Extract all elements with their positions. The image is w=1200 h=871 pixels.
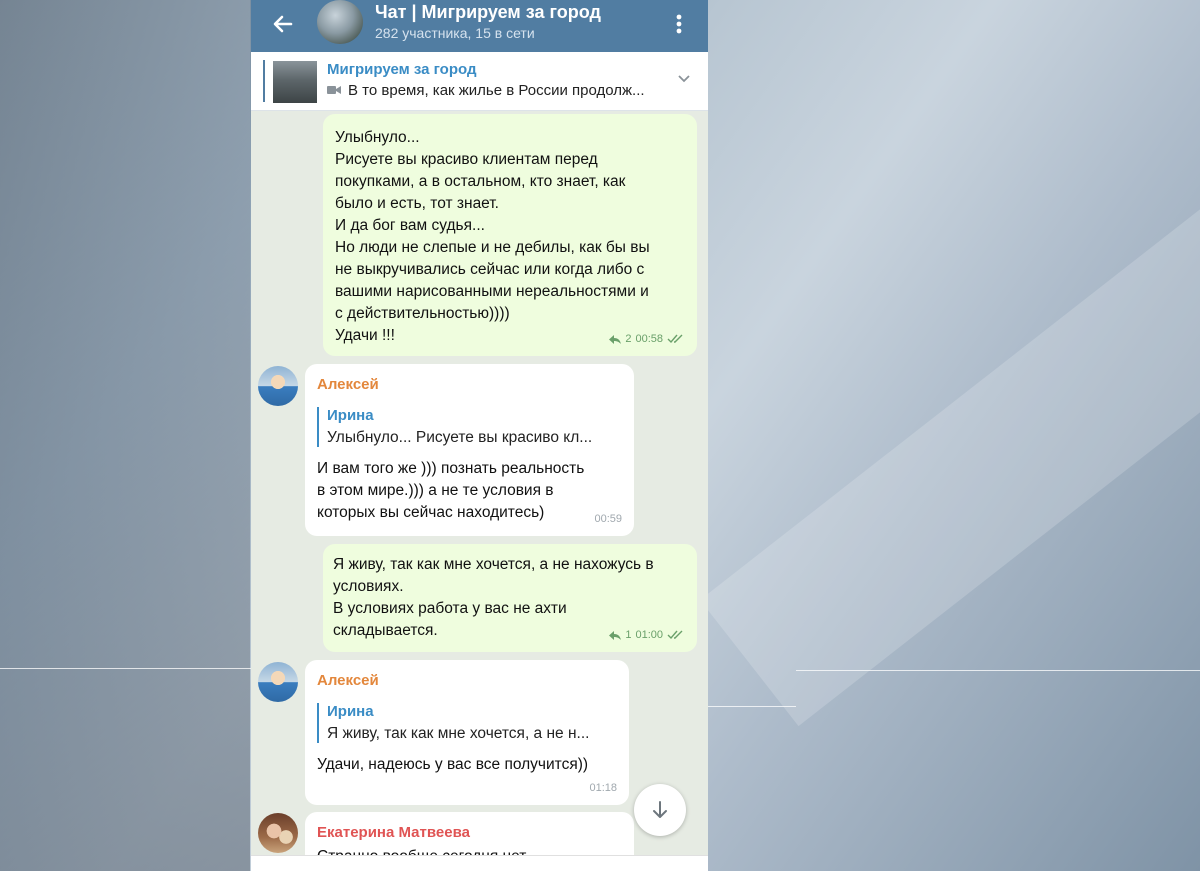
message-text: Удачи, надеюсь у вас все получится)) bbox=[317, 756, 589, 773]
message-text: И вам того же ))) познать реальность в э… bbox=[317, 460, 585, 521]
arrow-down-icon bbox=[653, 801, 667, 818]
message-meta: 00:59 bbox=[594, 508, 622, 530]
message-meta: 2 00:58 bbox=[609, 328, 685, 350]
incoming-message[interactable]: Алексей Ирина Улыбнуло... Рисуете вы кра… bbox=[305, 364, 634, 536]
incoming-message[interactable]: Алексей Ирина Я живу, так как мне хочетс… bbox=[305, 660, 629, 805]
reply-count: 1 bbox=[625, 629, 632, 641]
message-text: Улыбнуло... Рисуете вы красиво клиентам … bbox=[335, 129, 650, 344]
pinned-thumbnail bbox=[273, 61, 317, 103]
avatar[interactable] bbox=[258, 662, 298, 702]
reply-icon bbox=[609, 334, 622, 344]
chat-screen: Чат | Мигрируем за город 282 участника, … bbox=[251, 0, 708, 871]
message-meta: 01:18 bbox=[589, 777, 617, 799]
message-time: 01:00 bbox=[635, 629, 663, 641]
reply-count: 2 bbox=[625, 333, 632, 345]
sender-name[interactable]: Алексей bbox=[317, 670, 589, 692]
pinned-text: В то время, как жилье в России продолж..… bbox=[348, 82, 645, 99]
scroll-down-button[interactable] bbox=[634, 784, 686, 836]
sender-name[interactable]: Алексей bbox=[317, 374, 592, 396]
quote-text: Я живу, так как мне хочется, а не н... bbox=[327, 725, 590, 742]
avatar[interactable] bbox=[258, 813, 298, 853]
reply-quote[interactable]: Ирина Улыбнуло... Рисуете вы красиво кл.… bbox=[317, 405, 592, 449]
pinned-title: Мигрируем за город bbox=[327, 61, 477, 78]
outgoing-message[interactable]: Я живу, так как мне хочется, а не нахожу… bbox=[323, 544, 697, 652]
avatar[interactable] bbox=[258, 366, 298, 406]
message-text: Я живу, так как мне хочется, а не нахожу… bbox=[333, 556, 654, 639]
message-time: 01:18 bbox=[589, 782, 617, 794]
pinned-indicator-bar bbox=[263, 60, 265, 102]
reply-quote[interactable]: Ирина Я живу, так как мне хочется, а не … bbox=[317, 701, 589, 745]
outgoing-message[interactable]: Улыбнуло... Рисуете вы красиво клиентам … bbox=[323, 114, 697, 356]
quote-author: Ирина bbox=[327, 407, 374, 424]
chat-header: Чат | Мигрируем за город 282 участника, … bbox=[251, 0, 708, 52]
quote-author: Ирина bbox=[327, 703, 374, 720]
message-time: 00:58 bbox=[635, 333, 663, 345]
video-icon bbox=[327, 86, 341, 94]
background-line bbox=[708, 706, 796, 707]
double-check-icon bbox=[667, 334, 683, 344]
input-area-edge bbox=[251, 855, 708, 871]
double-check-icon bbox=[667, 630, 683, 640]
message-meta: 1 01:00 bbox=[609, 624, 685, 646]
chat-title[interactable]: Чат | Мигрируем за город bbox=[375, 2, 601, 23]
background-line bbox=[796, 670, 1200, 671]
chat-avatar[interactable] bbox=[317, 0, 363, 44]
background-line bbox=[0, 668, 251, 669]
quote-text: Улыбнуло... Рисуете вы красиво кл... bbox=[327, 429, 593, 446]
pinned-message[interactable]: Мигрируем за город В то время, как жилье… bbox=[251, 52, 708, 111]
reply-icon bbox=[609, 630, 622, 640]
sender-name[interactable]: Екатерина Матвеева bbox=[317, 822, 538, 844]
background-streak bbox=[700, 169, 1200, 727]
background-panel-left bbox=[0, 0, 250, 871]
chat-member-count: 282 участника, 15 в сети bbox=[375, 25, 535, 41]
more-options-icon[interactable] bbox=[669, 10, 689, 38]
message-time: 00:59 bbox=[594, 513, 622, 525]
back-arrow-icon[interactable] bbox=[269, 10, 297, 38]
chevron-down-icon[interactable] bbox=[677, 74, 691, 84]
